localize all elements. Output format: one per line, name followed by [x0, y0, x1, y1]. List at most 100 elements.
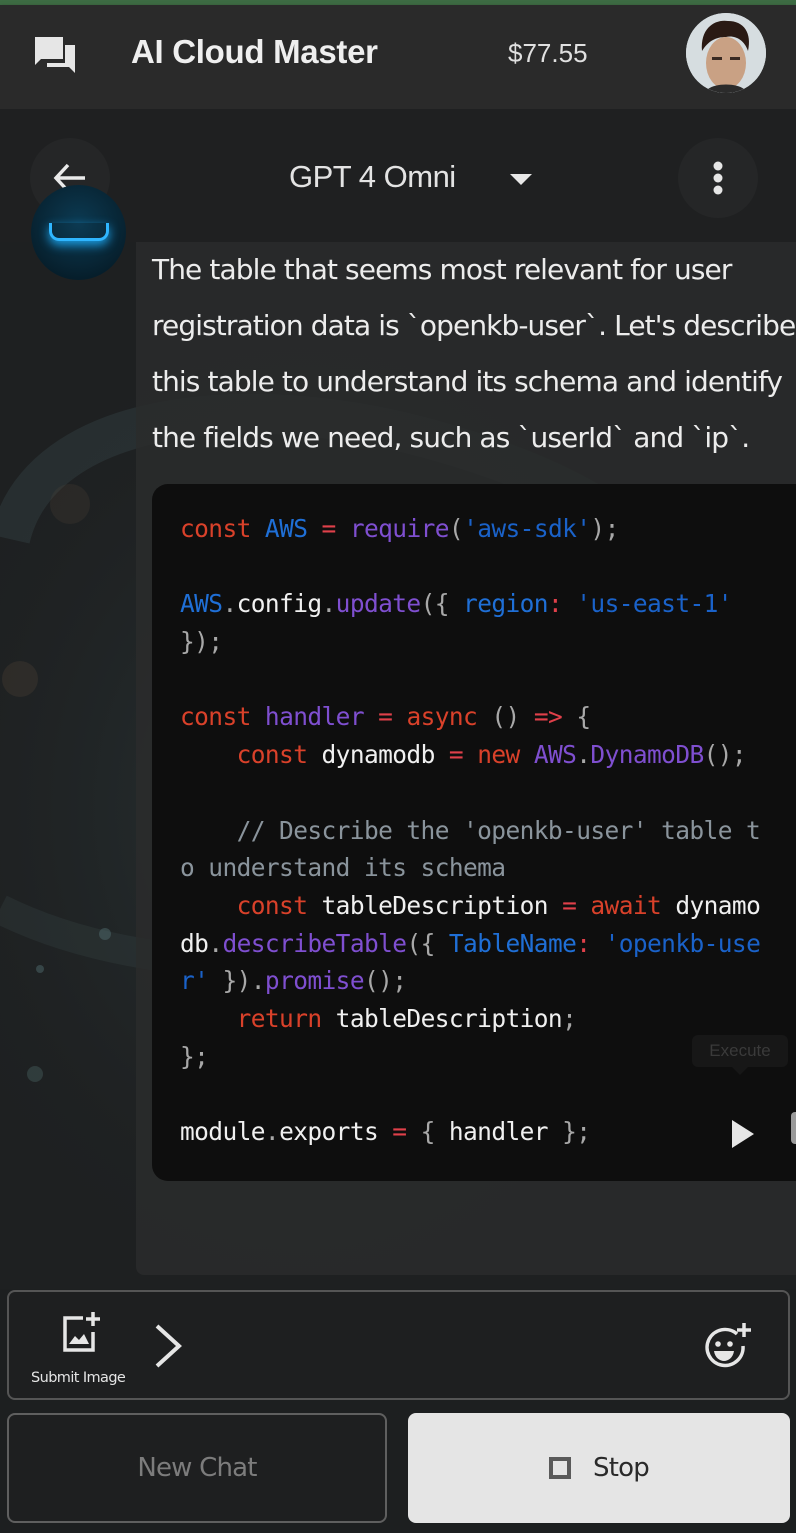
code-token: AWS [533, 740, 577, 770]
account-balance: $77.55 [508, 38, 588, 68]
chevron-right-icon [155, 1324, 182, 1368]
code-token: DynamoDB [590, 740, 704, 770]
code-line: return tableDescription; [180, 1000, 760, 1038]
code-token: update [335, 589, 422, 619]
code-token: tableDescription [321, 1003, 563, 1033]
code-line: // Describe the 'openkb-user' table t [180, 812, 761, 850]
run-code-button[interactable] [730, 1118, 758, 1150]
code-content: const AWS = require('aws-sdk'); AWS.confi… [180, 510, 761, 1151]
code-line: const handler = async () => { [180, 698, 760, 736]
message-line: the fields we need, such as `userId` and… [152, 421, 750, 454]
message-line: this table to understand its schema and … [152, 365, 783, 398]
copy-icon[interactable] [791, 1112, 796, 1144]
message-composer: Submit Image [7, 1290, 790, 1400]
code-token: { [420, 1117, 436, 1146]
code-line: o understand its schema [180, 849, 760, 887]
code-token: describeTable [222, 928, 407, 958]
code-line: }; [180, 1038, 760, 1076]
code-token: AWS [180, 589, 223, 619]
code-line: const tableDescription = await dynamo [180, 887, 761, 925]
code-token: ({ [420, 589, 450, 619]
code-token: handler [264, 702, 365, 732]
code-token: ( [448, 514, 464, 543]
stop-button[interactable]: Stop [408, 1413, 790, 1523]
code-token: 'aws-sdk' [463, 514, 591, 543]
add-emoji-icon [705, 1323, 751, 1368]
code-token: ; [562, 1003, 577, 1033]
code-token: const [180, 514, 251, 543]
code-line: const dynamodb = new AWS.DynamoDB(); [180, 736, 760, 774]
code-token: }; [180, 1041, 209, 1071]
model-name: GPT 4 Omni [289, 159, 456, 194]
more-vertical-icon [713, 161, 723, 195]
code-token: () [491, 702, 520, 732]
code-token: { [576, 702, 591, 732]
chat-bubbles-icon[interactable] [33, 35, 77, 77]
code-token: = [448, 740, 464, 770]
code-token: }). [222, 966, 265, 996]
code-token: . [321, 589, 337, 619]
stop-label: Stop [593, 1453, 650, 1483]
code-token: tableDescription [307, 890, 563, 920]
code-line: db.describeTable({ TableName: 'openkb-us… [180, 925, 761, 963]
code-token: . [264, 1117, 280, 1146]
app-title: AI Cloud Master [131, 33, 378, 70]
code-line: AWS.config.update({ region: 'us-east-1' [180, 585, 760, 623]
code-token: = [562, 890, 577, 920]
code-token: r' [180, 966, 209, 996]
code-token: const [236, 740, 308, 770]
code-token: : [576, 928, 591, 958]
more-options-button[interactable] [678, 138, 758, 218]
new-chat-button[interactable]: New Chat [7, 1413, 387, 1523]
code-token: o understand its schema [180, 853, 506, 883]
code-token: return [236, 1003, 323, 1033]
assistant-avatar-glow [49, 223, 109, 241]
code-token: ({ [406, 928, 435, 958]
code-token: async [406, 702, 478, 732]
user-avatar[interactable] [686, 13, 766, 93]
code-line: }); [180, 623, 760, 661]
code-token: }); [180, 627, 223, 657]
submit-image-button[interactable]: Submit Image [29, 1310, 129, 1390]
code-token: (); [703, 740, 747, 770]
code-token: db [180, 928, 209, 958]
code-token: exports [279, 1117, 393, 1146]
code-token: region [463, 589, 549, 619]
model-selector[interactable]: GPT 4 Omni [289, 159, 532, 195]
execute-tooltip: Execute [692, 1035, 788, 1075]
code-token: 'openkb-use [604, 928, 761, 958]
code-token: require [349, 514, 450, 543]
code-token: const [236, 890, 308, 920]
expand-button[interactable] [151, 1322, 187, 1370]
code-token: => [533, 702, 563, 732]
code-token: = [321, 514, 337, 543]
emoji-button[interactable] [699, 1320, 753, 1374]
add-photo-icon [63, 1312, 100, 1352]
code-token: TableName [448, 928, 577, 958]
code-token: 'us-east-1' [576, 589, 732, 619]
submit-image-label: Submit Image [31, 1370, 126, 1386]
code-line: module.exports = { handler }; [180, 1113, 760, 1151]
code-block: const AWS = require('aws-sdk'); AWS.confi… [152, 484, 796, 1181]
message-text: The table that seems most relevant for u… [152, 242, 796, 466]
play-icon [732, 1120, 754, 1148]
new-chat-label: New Chat [137, 1453, 257, 1483]
